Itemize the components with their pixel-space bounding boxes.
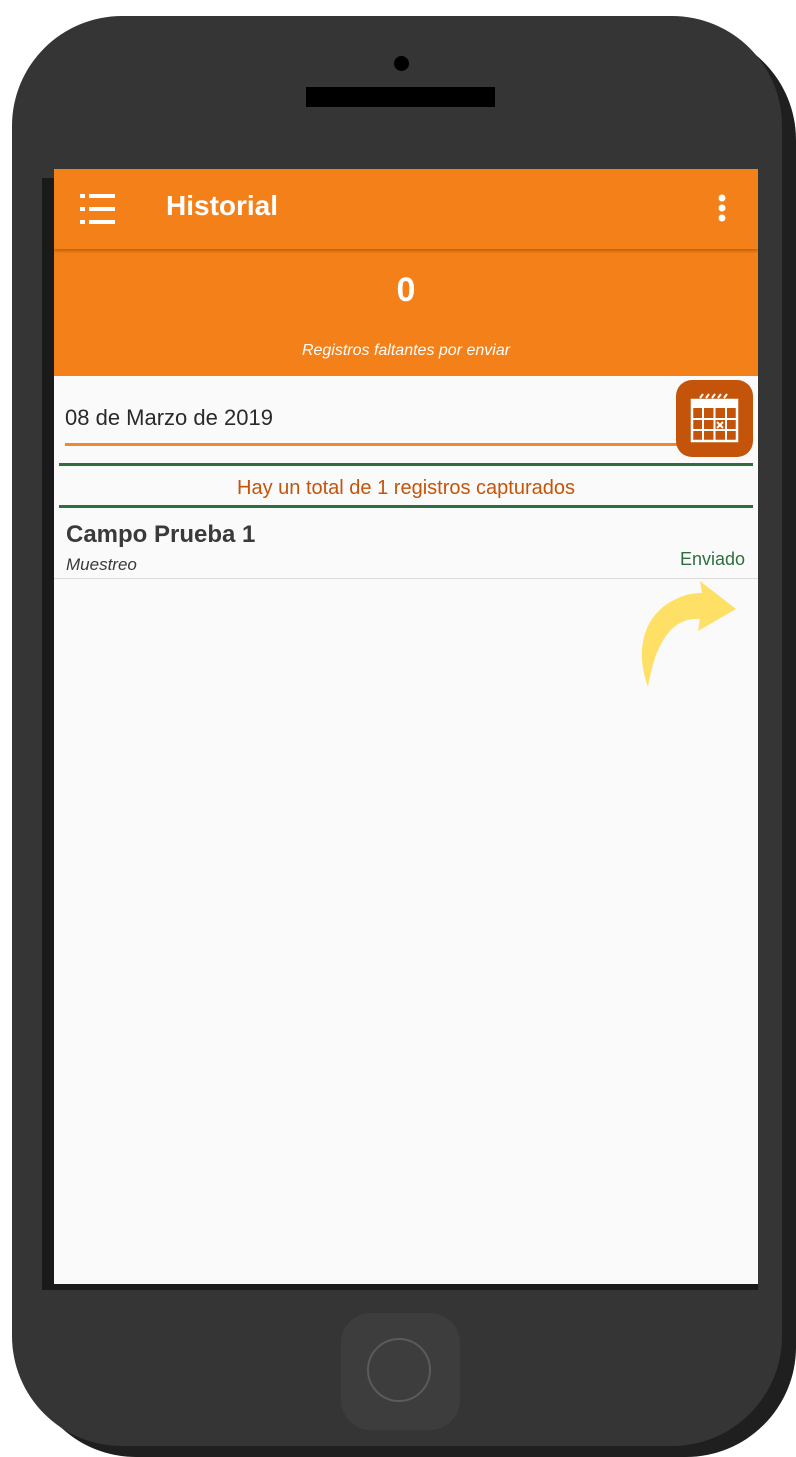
record-list-item[interactable]: Campo Prueba 1 Muestreo Enviado	[54, 509, 758, 579]
list-menu-icon[interactable]	[78, 191, 118, 227]
calendar-icon	[690, 393, 739, 443]
app-screen: Historial 0 Registros faltantes por envi…	[54, 169, 758, 1284]
date-field[interactable]: 08 de Marzo de 2019	[65, 405, 273, 431]
highlight-arrow-icon	[641, 581, 736, 687]
divider-bottom	[59, 505, 753, 508]
record-status: Enviado	[679, 549, 745, 569]
more-vert-icon[interactable]	[706, 189, 738, 229]
date-field-underline	[65, 443, 685, 446]
record-subtitle: Muestreo	[66, 555, 137, 574]
home-button-ring	[367, 1338, 431, 1402]
page-title: Historial	[166, 190, 279, 221]
earpiece-speaker	[306, 87, 495, 107]
record-title: Campo Prueba 1	[66, 521, 256, 548]
records-total-text: Hay un total de 1 registros capturados	[237, 477, 575, 499]
app-bar: Historial	[54, 169, 758, 249]
calendar-button[interactable]	[676, 380, 753, 457]
pending-label: Registros faltantes por enviar	[301, 342, 511, 359]
divider-top	[59, 463, 753, 466]
pending-summary-panel: 0 Registros faltantes por enviar	[54, 249, 758, 376]
front-camera	[394, 56, 409, 71]
pending-count: 0	[396, 271, 416, 309]
